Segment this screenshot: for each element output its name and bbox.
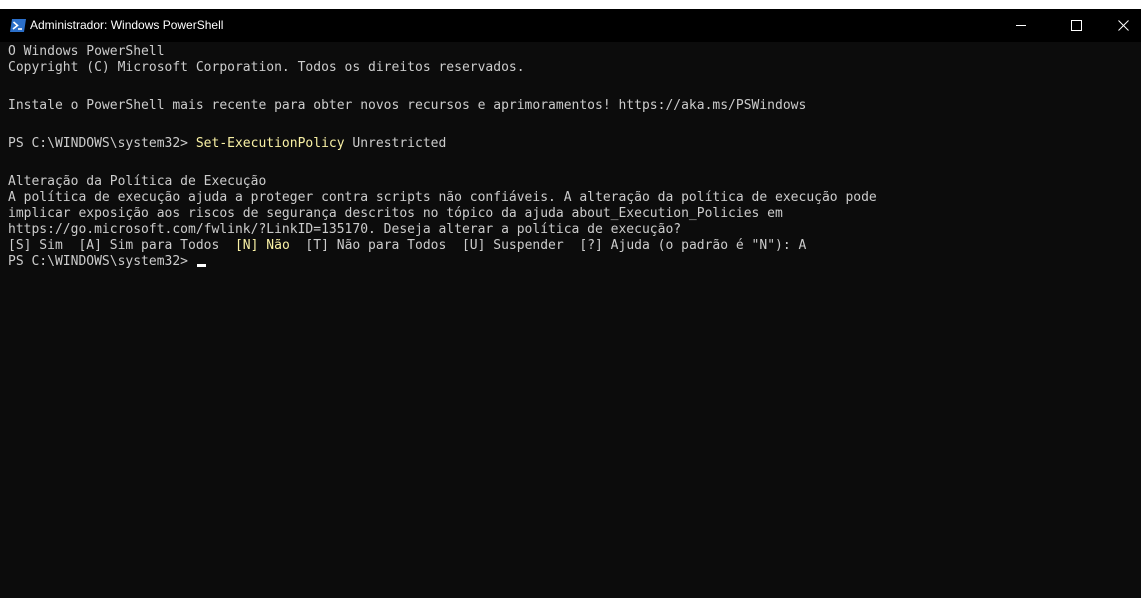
policy-text-line: implicar exposição aos riscos de seguran… bbox=[8, 206, 783, 221]
choices-text: [S] Sim [A] Sim para Todos bbox=[8, 238, 235, 253]
maximize-icon bbox=[1071, 20, 1082, 31]
powershell-window: Administrador: Windows PowerShell O Wind… bbox=[0, 9, 1141, 598]
prompt: PS C:\WINDOWS\system32> bbox=[8, 136, 196, 151]
close-button[interactable] bbox=[1100, 9, 1141, 42]
title-bar[interactable]: Administrador: Windows PowerShell bbox=[0, 9, 1141, 42]
choices-text: [T] Não para Todos [U] Suspender [?] Aju… bbox=[289, 238, 807, 253]
maximize-button[interactable] bbox=[1053, 9, 1099, 42]
close-icon bbox=[1118, 20, 1129, 31]
banner-line: O Windows PowerShell bbox=[8, 44, 165, 59]
policy-text-line: A política de execução ajuda a proteger … bbox=[8, 190, 877, 205]
powershell-icon bbox=[10, 19, 26, 32]
copyright-line: Copyright (C) Microsoft Corporation. Tod… bbox=[8, 60, 525, 75]
policy-text-line: https://go.microsoft.com/fwlink/?LinkID=… bbox=[8, 222, 682, 237]
policy-heading: Alteração da Política de Execução bbox=[8, 174, 267, 189]
choices-line: [S] Sim [A] Sim para Todos [N] Não [T] N… bbox=[8, 238, 806, 254]
minimize-icon bbox=[1016, 25, 1026, 26]
command-argument: Unrestricted bbox=[344, 136, 447, 151]
minimize-button[interactable] bbox=[998, 9, 1044, 42]
command-line-2[interactable]: PS C:\WINDOWS\system32> bbox=[8, 254, 206, 270]
command-line-1: PS C:\WINDOWS\system32> Set-ExecutionPol… bbox=[8, 136, 446, 152]
text-cursor bbox=[196, 264, 206, 267]
install-notice-line: Instale o PowerShell mais recente para o… bbox=[8, 98, 807, 113]
window-title: Administrador: Windows PowerShell bbox=[30, 18, 224, 32]
console-output[interactable]: O Windows PowerShell Copyright (C) Micro… bbox=[0, 42, 1141, 598]
command-name: Set-ExecutionPolicy bbox=[195, 136, 345, 151]
prompt: PS C:\WINDOWS\system32> bbox=[8, 254, 196, 269]
default-choice: [N] Não bbox=[234, 238, 290, 253]
